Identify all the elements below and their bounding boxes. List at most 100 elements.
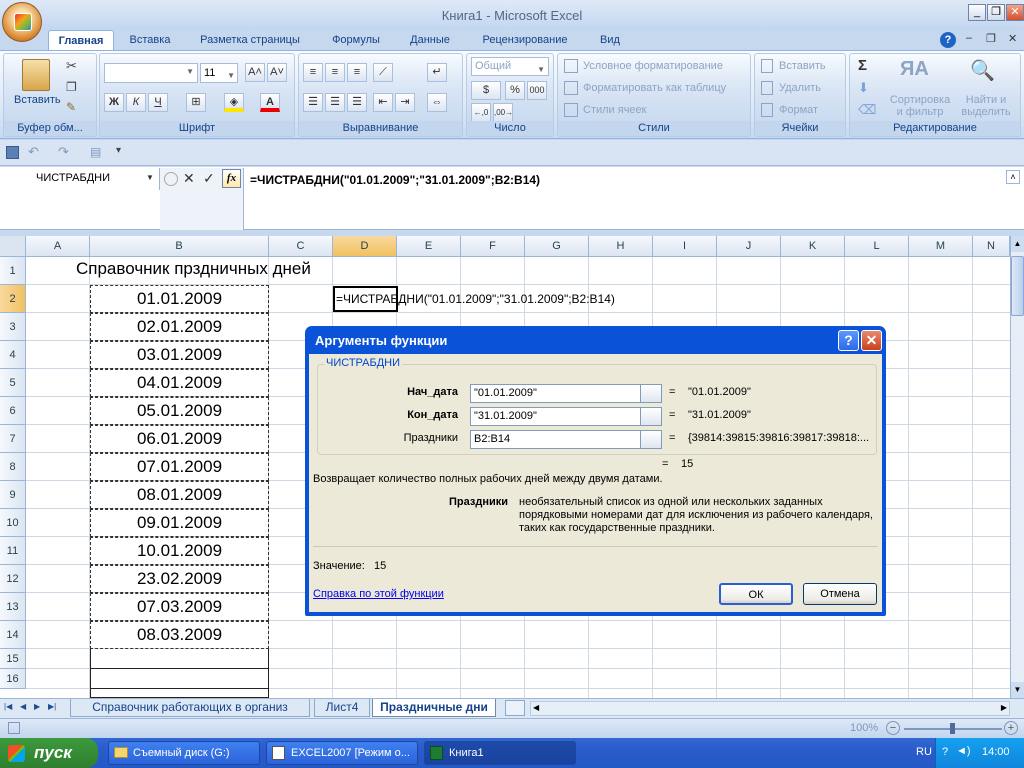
bold-button[interactable]: Ж <box>104 93 124 112</box>
holiday-date-cell[interactable]: 04.01.2009 <box>90 369 269 397</box>
row-header[interactable]: 1 <box>0 257 26 285</box>
increase-indent-icon[interactable]: ⇥ <box>395 93 415 112</box>
insert-function-icon[interactable]: fx <box>222 169 241 188</box>
column-header[interactable]: M <box>909 236 973 257</box>
insert-cells-button[interactable]: Вставить <box>779 60 826 72</box>
ribbon-restore-button[interactable]: ❐ <box>986 32 996 45</box>
language-indicator[interactable]: RU <box>916 746 932 758</box>
decrease-indent-icon[interactable]: ⇤ <box>373 93 393 112</box>
tab-formulas[interactable]: Формулы <box>322 30 390 51</box>
sort-filter-button[interactable]: Сортировка и фильтр <box>887 94 953 118</box>
column-header[interactable]: J <box>717 236 781 257</box>
currency-icon[interactable]: $ <box>471 81 501 100</box>
horizontal-scrollbar[interactable]: ◀ ▶ <box>530 701 1010 716</box>
row-header[interactable]: 12 <box>0 565 26 593</box>
zoom-out-icon[interactable]: − <box>886 721 900 735</box>
cancel-entry-icon[interactable]: ✕ <box>183 170 195 187</box>
cell-styles-button[interactable]: Стили ячеек <box>583 104 646 116</box>
holiday-date-cell[interactable]: 07.01.2009 <box>90 453 269 481</box>
wrap-text-icon[interactable]: ↵ <box>427 63 447 82</box>
last-sheet-icon[interactable]: ▶| <box>48 702 56 711</box>
arg-input-end-date[interactable]: "31.01.2009" <box>470 407 643 426</box>
macro-record-icon[interactable] <box>8 722 20 734</box>
formula-text[interactable]: =ЧИСТРАБДНИ("01.01.2009";"31.01.2009";B2… <box>250 173 540 187</box>
holiday-date-cell[interactable]: 06.01.2009 <box>90 425 269 453</box>
font-name-select[interactable]: ▼ <box>104 63 198 83</box>
sheet-tab-list4[interactable]: Лист4 <box>314 699 370 717</box>
cancel-button[interactable]: Отмена <box>803 583 877 605</box>
volume-icon[interactable]: ◄) <box>956 745 971 757</box>
thousands-button[interactable]: 000 <box>527 81 547 100</box>
increase-decimal-icon[interactable]: ←,0 <box>471 103 491 122</box>
zoom-in-icon[interactable]: + <box>1004 721 1018 735</box>
collapse-dialog-icon[interactable] <box>640 384 662 403</box>
row-header[interactable]: 9 <box>0 481 26 509</box>
tab-view[interactable]: Вид <box>590 30 630 51</box>
redo-icon[interactable]: ↷ <box>58 144 69 160</box>
select-all-corner[interactable] <box>0 236 26 257</box>
column-header[interactable]: N <box>973 236 1010 257</box>
name-box[interactable]: ЧИСТРАБДНИ ▼ <box>0 168 160 190</box>
save-icon[interactable] <box>6 146 19 159</box>
undo-icon[interactable]: ↶ <box>28 144 39 160</box>
holiday-date-cell[interactable]: 07.03.2009 <box>90 593 269 621</box>
empty-bordered-cell[interactable] <box>90 689 269 698</box>
column-header[interactable]: I <box>653 236 717 257</box>
conditional-format-button[interactable]: Условное форматирование <box>583 60 723 72</box>
collapse-dialog-icon[interactable] <box>640 407 662 426</box>
taskbar-item-excel-doc[interactable]: EXCEL2007 [Режим о... <box>266 741 418 765</box>
tab-home[interactable]: Главная <box>48 30 114 51</box>
next-sheet-icon[interactable]: ▶ <box>34 702 40 711</box>
holiday-date-cell[interactable]: 01.01.2009 <box>90 285 269 313</box>
holiday-date-cell[interactable]: 23.02.2009 <box>90 565 269 593</box>
sheet-tab-holidays[interactable]: Праздничные дни <box>372 699 496 717</box>
fill-color-icon[interactable]: ◈ <box>224 93 244 112</box>
zoom-level[interactable]: 100% <box>850 722 878 734</box>
arg-input-holidays[interactable]: B2:B14 <box>470 430 643 449</box>
close-button[interactable]: ✕ <box>1006 4 1024 21</box>
find-select-button[interactable]: Найти и выделить <box>958 94 1014 118</box>
scroll-up-icon[interactable]: ▲ <box>1011 236 1024 252</box>
font-color-icon[interactable]: A <box>260 93 280 112</box>
scroll-right-icon[interactable]: ▶ <box>1001 703 1007 712</box>
row-header[interactable]: 14 <box>0 621 26 649</box>
tab-insert[interactable]: Вставка <box>120 30 180 51</box>
dialog-close-button[interactable]: ✕ <box>861 330 882 351</box>
ribbon-minimize-button[interactable]: – <box>966 32 972 44</box>
column-header[interactable]: E <box>397 236 461 257</box>
row-header[interactable]: 3 <box>0 313 26 341</box>
insert-sheet-icon[interactable] <box>505 700 525 716</box>
confirm-entry-icon[interactable]: ✓ <box>203 170 215 187</box>
number-format-select[interactable]: Общий ▼ <box>471 57 549 76</box>
customize-qat-icon[interactable]: ▾ <box>116 145 121 156</box>
row-header[interactable]: 11 <box>0 537 26 565</box>
column-header[interactable]: L <box>845 236 909 257</box>
copy-icon[interactable]: ❐ <box>66 80 77 94</box>
font-size-select[interactable]: 11 ▼ <box>200 63 238 83</box>
fill-icon[interactable]: ⬇ <box>858 80 869 96</box>
taskbar-item-book1[interactable]: Книга1 <box>424 741 576 765</box>
merge-center-icon[interactable]: ⇔ <box>427 93 447 112</box>
align-center-icon[interactable]: ☰ <box>325 93 345 112</box>
row-header[interactable]: 6 <box>0 397 26 425</box>
percent-button[interactable]: % <box>505 81 525 100</box>
ok-button[interactable]: ОК <box>719 583 793 605</box>
column-header[interactable]: H <box>589 236 653 257</box>
tab-review[interactable]: Рецензирование <box>470 30 580 51</box>
format-as-table-button[interactable]: Форматировать как таблицу <box>583 82 726 94</box>
taskbar-item-removable-disk[interactable]: Съемный диск (G:) <box>108 741 260 765</box>
column-header[interactable]: D <box>333 236 397 257</box>
ribbon-close-button[interactable]: ✕ <box>1008 32 1017 45</box>
collapse-dialog-icon[interactable] <box>640 430 662 449</box>
row-header[interactable]: 13 <box>0 593 26 621</box>
help-tray-icon[interactable]: ? <box>942 746 948 758</box>
delete-cells-button[interactable]: Удалить <box>779 82 821 94</box>
start-button[interactable]: пуск <box>0 738 98 768</box>
arg-input-start-date[interactable]: "01.01.2009" <box>470 384 643 403</box>
holiday-date-cell[interactable]: 05.01.2009 <box>90 397 269 425</box>
row-header[interactable]: 4 <box>0 341 26 369</box>
align-right-icon[interactable]: ☰ <box>347 93 367 112</box>
row-header[interactable]: 10 <box>0 509 26 537</box>
tab-page-layout[interactable]: Разметка страницы <box>190 30 310 51</box>
holiday-date-cell[interactable]: 08.03.2009 <box>90 621 269 649</box>
